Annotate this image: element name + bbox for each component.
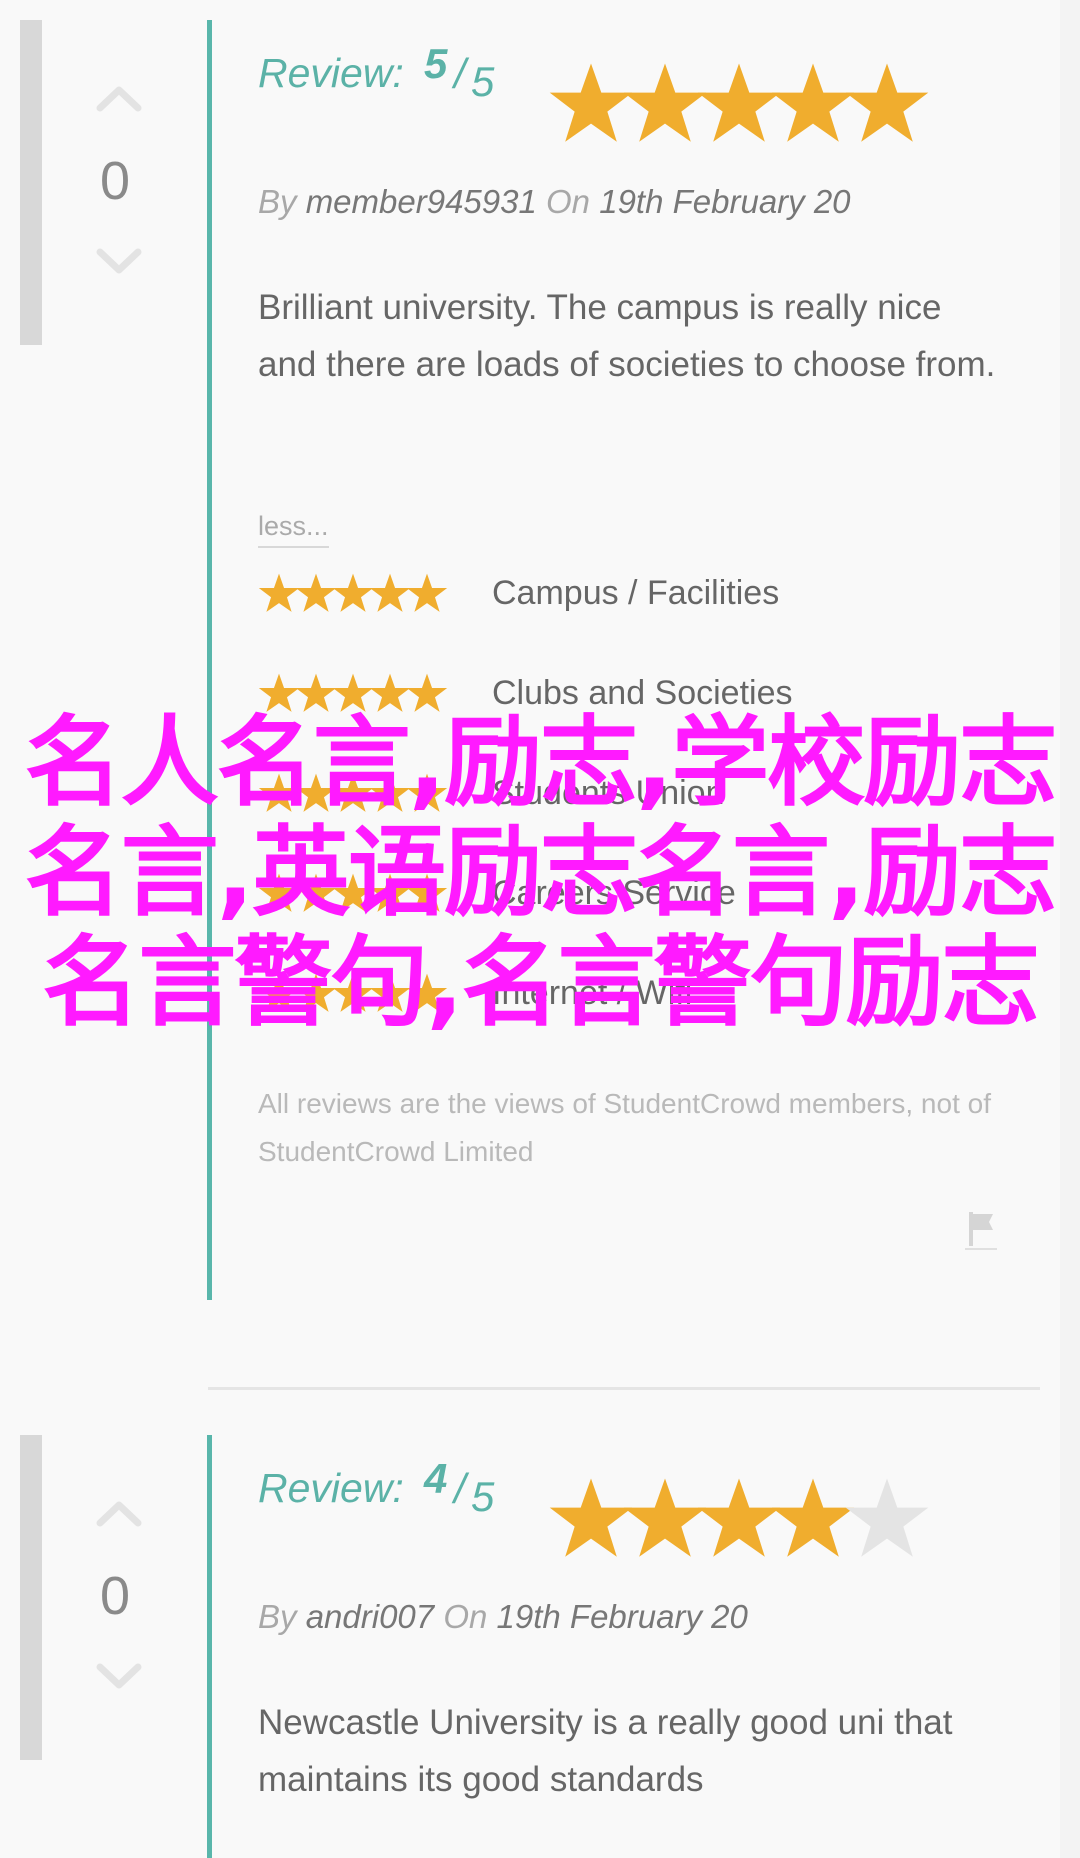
chevron-up-icon: [96, 1501, 142, 1527]
review-card: 0 Review: 5 / 5 By member945931 On 19th …: [0, 0, 1080, 1310]
review-score: 4: [424, 1455, 448, 1502]
vote-bar: [20, 1435, 42, 1760]
review-label: Review:: [258, 1465, 404, 1511]
on-label: On: [443, 1598, 488, 1635]
by-label: By: [258, 183, 297, 220]
review-byline: By andri007 On 19th February 20: [258, 1598, 748, 1636]
review-content: Review: 5 / 5 By member945931 On 19th Fe…: [258, 0, 1028, 1310]
review-date: 19th February 20: [496, 1598, 748, 1635]
review-accent-line: [207, 20, 212, 1300]
review-byline: By member945931 On 19th February 20: [258, 183, 851, 221]
score-slash: /: [454, 50, 466, 97]
flag-icon: [969, 1212, 993, 1246]
vote-bar: [20, 20, 42, 345]
review-body: Newcastle University is a really good un…: [258, 1703, 953, 1799]
score-slash: /: [454, 1465, 466, 1512]
chevron-down-icon: [96, 248, 142, 274]
vote-count: 0: [99, 151, 131, 211]
review-score: 5: [424, 40, 448, 87]
review-author[interactable]: member945931: [306, 183, 537, 220]
star-icon: [844, 1475, 934, 1565]
vote-down-button[interactable]: [96, 248, 142, 284]
vote-up-button[interactable]: [96, 82, 142, 118]
vote-up-button[interactable]: [96, 1497, 142, 1533]
star-icon: [406, 572, 450, 616]
category-star-rating: [258, 572, 483, 618]
review-content: Review: 4 / 5 By andri007 On 19th Februa…: [258, 1415, 1028, 1858]
score-out-of: 5: [471, 58, 495, 105]
overall-star-rating: [548, 1475, 1008, 1565]
category-row: Campus / Facilities: [258, 572, 1018, 618]
review-author[interactable]: andri007: [306, 1598, 434, 1635]
watermark-overlay-text: 名人名言,励志,学校励志名言,英语励志名言,励志名言警句,名言警句励志: [24, 706, 1057, 1040]
chevron-up-icon: [96, 86, 142, 112]
review-card: 0 Review: 4 / 5 By andri007 On 19th Febr…: [0, 1425, 1080, 1858]
report-flag-button[interactable]: [965, 1210, 997, 1250]
category-label: Campus / Facilities: [492, 574, 780, 612]
review-label: Review:: [258, 50, 404, 96]
overall-star-rating: [548, 60, 1008, 150]
review-disclaimer: All reviews are the views of StudentCrow…: [258, 1088, 991, 1167]
vote-count: 0: [99, 1566, 131, 1626]
chevron-down-icon: [96, 1663, 142, 1689]
star-icon: [844, 60, 934, 150]
score-out-of: 5: [471, 1473, 495, 1520]
by-label: By: [258, 1598, 297, 1635]
vote-down-button[interactable]: [96, 1663, 142, 1699]
review-body: Brilliant university. The campus is real…: [258, 288, 996, 384]
review-divider: [208, 1387, 1040, 1390]
less-link[interactable]: less...: [258, 511, 329, 548]
on-label: On: [546, 183, 591, 220]
review-date: 19th February 20: [599, 183, 851, 220]
review-accent-line: [207, 1435, 212, 1858]
